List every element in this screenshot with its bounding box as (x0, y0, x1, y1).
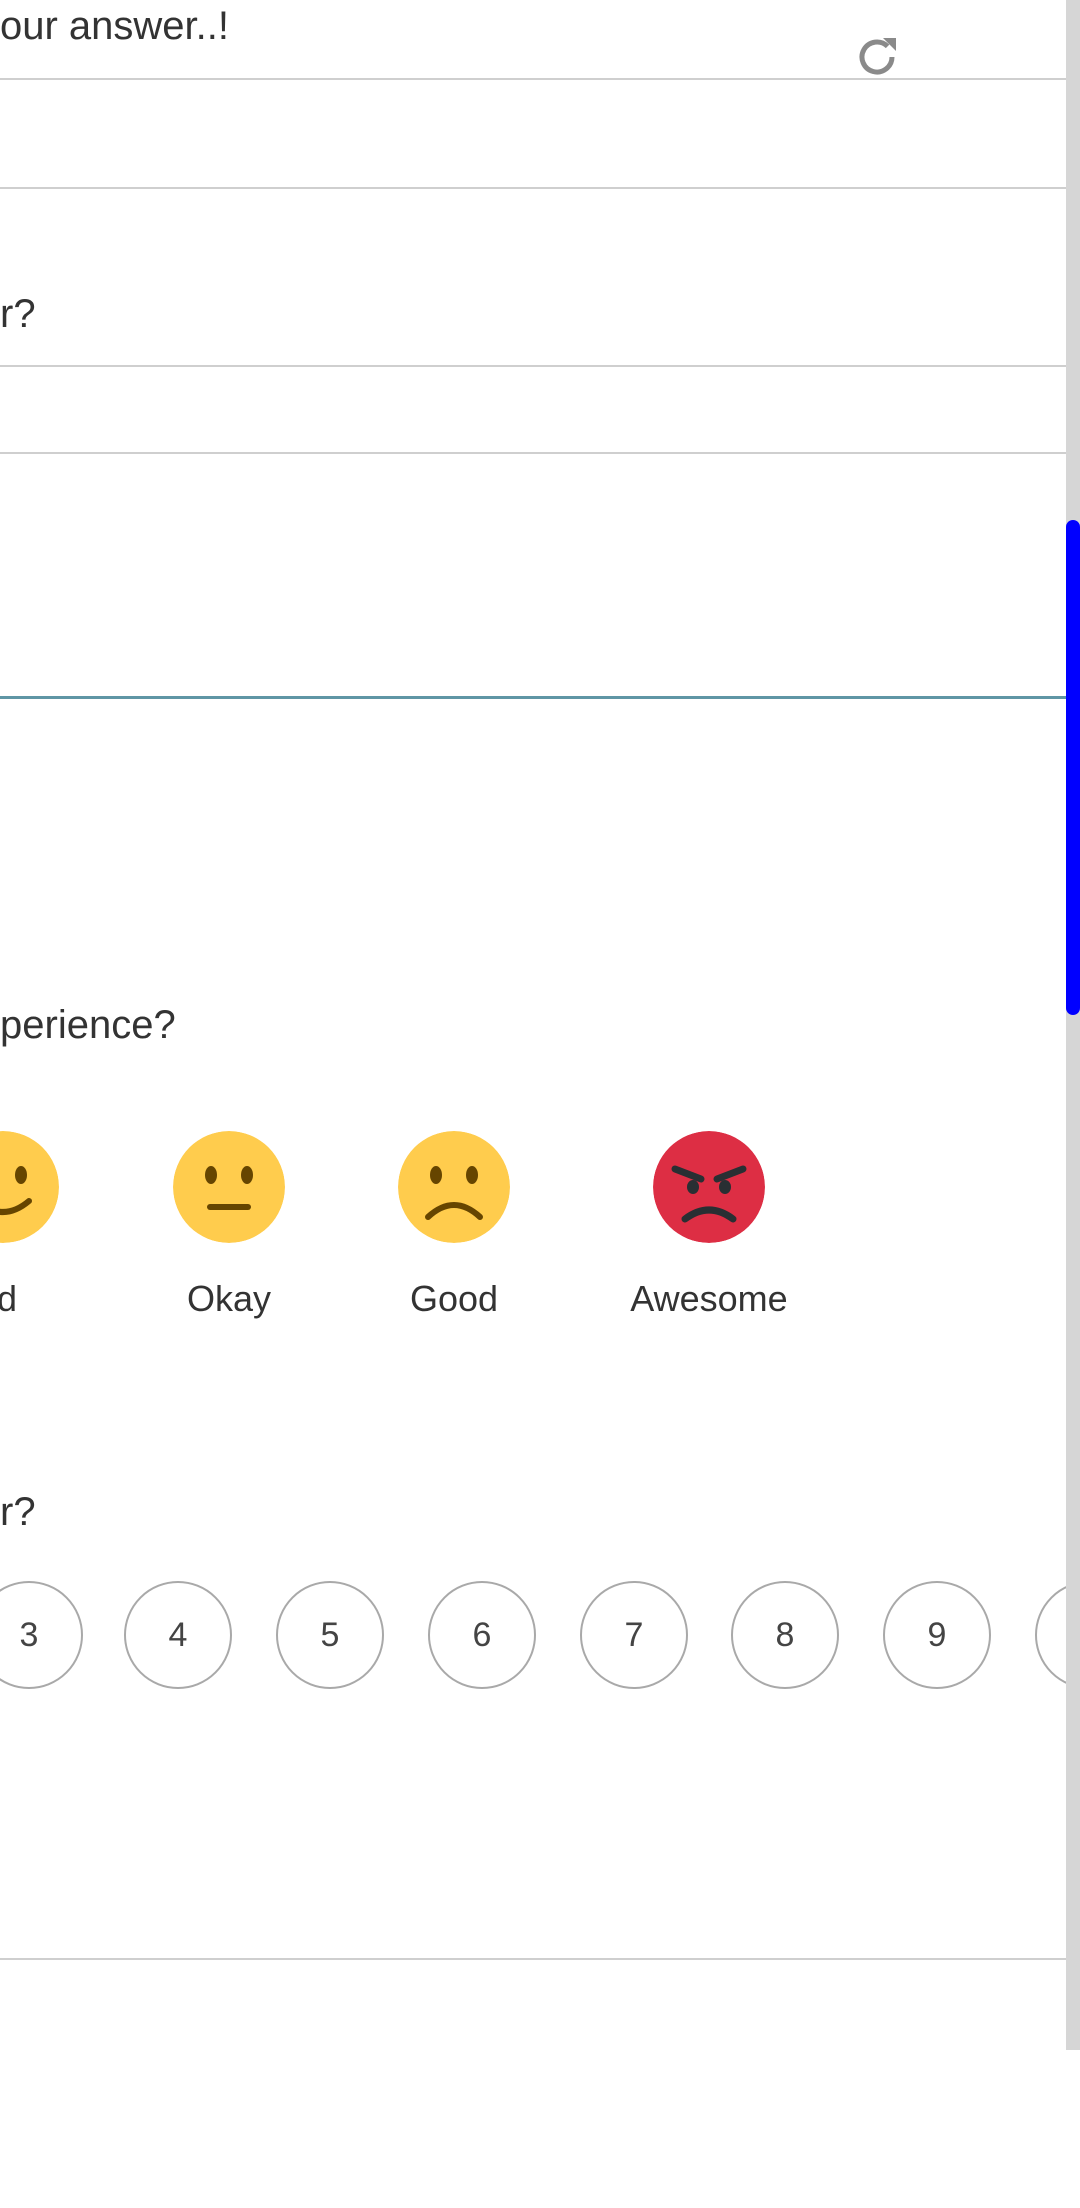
scale-option-5[interactable]: 5 (276, 1581, 384, 1689)
scale-option-6[interactable]: 6 (428, 1581, 536, 1689)
emoji-label: Good (409, 1278, 499, 1319)
emoji-label: ad (0, 1278, 18, 1319)
scrollbar-thumb[interactable] (1066, 520, 1080, 1015)
question-text: r? (0, 292, 36, 336)
slightly-smiling-face-icon[interactable] (0, 1131, 59, 1243)
angry-face-icon[interactable] (653, 1131, 765, 1243)
frowning-face-icon[interactable] (398, 1131, 510, 1243)
scale-option-3[interactable]: 3 (0, 1581, 83, 1689)
divider (0, 1958, 1066, 1960)
emoji-label: Awesome (630, 1278, 788, 1319)
scrollbar-track[interactable] (1066, 0, 1080, 2050)
scale-option-8[interactable]: 8 (731, 1581, 839, 1689)
neutral-face-icon[interactable] (173, 1131, 285, 1243)
refresh-icon[interactable] (852, 32, 902, 82)
scale-option-4[interactable]: 4 (124, 1581, 232, 1689)
answer-field-text[interactable]: our answer..! (0, 4, 229, 49)
scale-option-9[interactable]: 9 (883, 1581, 991, 1689)
answer-field-underline (0, 78, 1066, 80)
scale-option-7[interactable]: 7 (580, 1581, 688, 1689)
emoji-label: Okay (186, 1278, 272, 1319)
experience-question-text: perience? (0, 1003, 176, 1047)
divider (0, 187, 1066, 189)
textarea-focus-underline[interactable] (0, 696, 1066, 699)
answer-field-underline (0, 365, 1066, 367)
form-page: our answer..! r? perience? ad (0, 0, 1080, 2208)
scale-question-text: r? (0, 1490, 36, 1534)
divider (0, 452, 1066, 454)
